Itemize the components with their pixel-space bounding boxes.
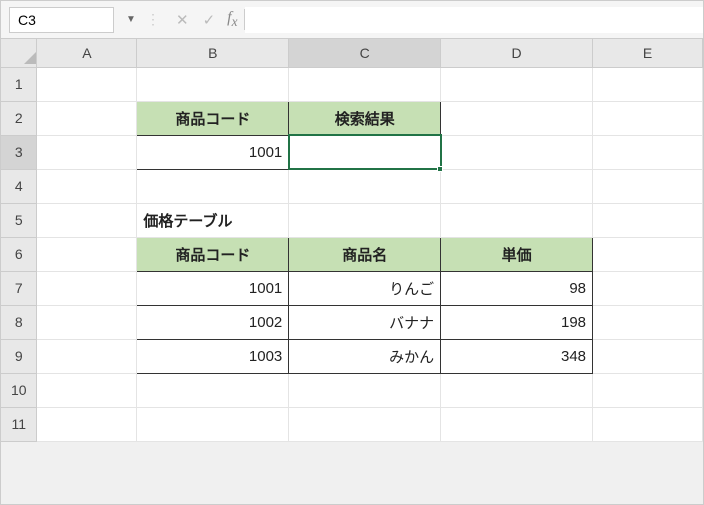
cell-A4[interactable] [37, 169, 137, 203]
cell-B4[interactable] [137, 169, 289, 203]
formula-bar-icons: ✕ ✓ [166, 11, 225, 29]
cell-C6[interactable]: 商品名 [289, 237, 441, 271]
cell-B2[interactable]: 商品コード [137, 101, 289, 135]
cell-A8[interactable] [37, 305, 137, 339]
cell-D11[interactable] [441, 407, 593, 441]
cell-B11[interactable] [137, 407, 289, 441]
cell-D8[interactable]: 198 [441, 305, 593, 339]
cell-E6[interactable] [593, 237, 703, 271]
name-box[interactable]: C3 [9, 7, 114, 33]
cell-D2[interactable] [441, 101, 593, 135]
cell-C11[interactable] [289, 407, 441, 441]
cell-C7[interactable]: りんご [289, 271, 441, 305]
name-box-dropdown-icon[interactable]: ▼ [122, 14, 140, 25]
cell-B1[interactable] [137, 67, 289, 101]
col-header-D[interactable]: D [441, 39, 593, 67]
cell-B10[interactable] [137, 373, 289, 407]
cell-A9[interactable] [37, 339, 137, 373]
cell-D3[interactable] [441, 135, 593, 169]
cell-D4[interactable] [441, 169, 593, 203]
fx-icon[interactable]: fx [225, 9, 244, 30]
cell-C3[interactable] [289, 135, 441, 169]
enter-icon[interactable]: ✓ [203, 11, 216, 29]
cell-C9[interactable]: みかん [289, 339, 441, 373]
cell-E1[interactable] [593, 67, 703, 101]
cell-D10[interactable] [441, 373, 593, 407]
row-header-7[interactable]: 7 [1, 271, 37, 305]
row-header-5[interactable]: 5 [1, 203, 37, 237]
cell-B9[interactable]: 1003 [137, 339, 289, 373]
cell-C5[interactable] [289, 203, 441, 237]
cell-D7[interactable]: 98 [441, 271, 593, 305]
col-header-E[interactable]: E [593, 39, 703, 67]
cell-A3[interactable] [37, 135, 137, 169]
cell-A11[interactable] [37, 407, 137, 441]
cell-A6[interactable] [37, 237, 137, 271]
row-header-1[interactable]: 1 [1, 67, 37, 101]
row-header-3[interactable]: 3 [1, 135, 37, 169]
cell-C1[interactable] [289, 67, 441, 101]
select-all-corner[interactable] [1, 39, 37, 67]
cell-A2[interactable] [37, 101, 137, 135]
col-header-B[interactable]: B [137, 39, 289, 67]
cell-B8[interactable]: 1002 [137, 305, 289, 339]
separator: ⋮ [140, 11, 166, 28]
cell-D9[interactable]: 348 [441, 339, 593, 373]
spreadsheet-grid: A B C D E 1 2 商品コード 検索結果 3 1001 [1, 39, 703, 442]
cell-D5[interactable] [441, 203, 593, 237]
row-header-2[interactable]: 2 [1, 101, 37, 135]
cell-C10[interactable] [289, 373, 441, 407]
cell-A1[interactable] [37, 67, 137, 101]
cell-C8[interactable]: バナナ [289, 305, 441, 339]
cell-E3[interactable] [593, 135, 703, 169]
cell-B6[interactable]: 商品コード [137, 237, 289, 271]
col-header-C[interactable]: C [289, 39, 441, 67]
col-header-A[interactable]: A [37, 39, 137, 67]
name-box-value: C3 [18, 12, 36, 28]
cell-E5[interactable] [593, 203, 703, 237]
row-header-11[interactable]: 11 [1, 407, 37, 441]
row-header-10[interactable]: 10 [1, 373, 37, 407]
row-header-9[interactable]: 9 [1, 339, 37, 373]
cell-E7[interactable] [593, 271, 703, 305]
cell-C4[interactable] [289, 169, 441, 203]
row-header-6[interactable]: 6 [1, 237, 37, 271]
cell-A7[interactable] [37, 271, 137, 305]
formula-input[interactable] [245, 7, 703, 33]
cell-E8[interactable] [593, 305, 703, 339]
cell-E9[interactable] [593, 339, 703, 373]
cell-E4[interactable] [593, 169, 703, 203]
cell-B7[interactable]: 1001 [137, 271, 289, 305]
row-header-8[interactable]: 8 [1, 305, 37, 339]
cell-C2[interactable]: 検索結果 [289, 101, 441, 135]
cell-E10[interactable] [593, 373, 703, 407]
cell-B3[interactable]: 1001 [137, 135, 289, 169]
row-header-4[interactable]: 4 [1, 169, 37, 203]
cell-A5[interactable] [37, 203, 137, 237]
cell-E2[interactable] [593, 101, 703, 135]
cell-E11[interactable] [593, 407, 703, 441]
cell-A10[interactable] [37, 373, 137, 407]
cell-D6[interactable]: 単価 [441, 237, 593, 271]
cancel-icon[interactable]: ✕ [176, 11, 189, 29]
formula-bar: C3 ▼ ⋮ ✕ ✓ fx [1, 1, 703, 39]
cell-D1[interactable] [441, 67, 593, 101]
cell-B5[interactable]: 価格テーブル [137, 203, 289, 237]
